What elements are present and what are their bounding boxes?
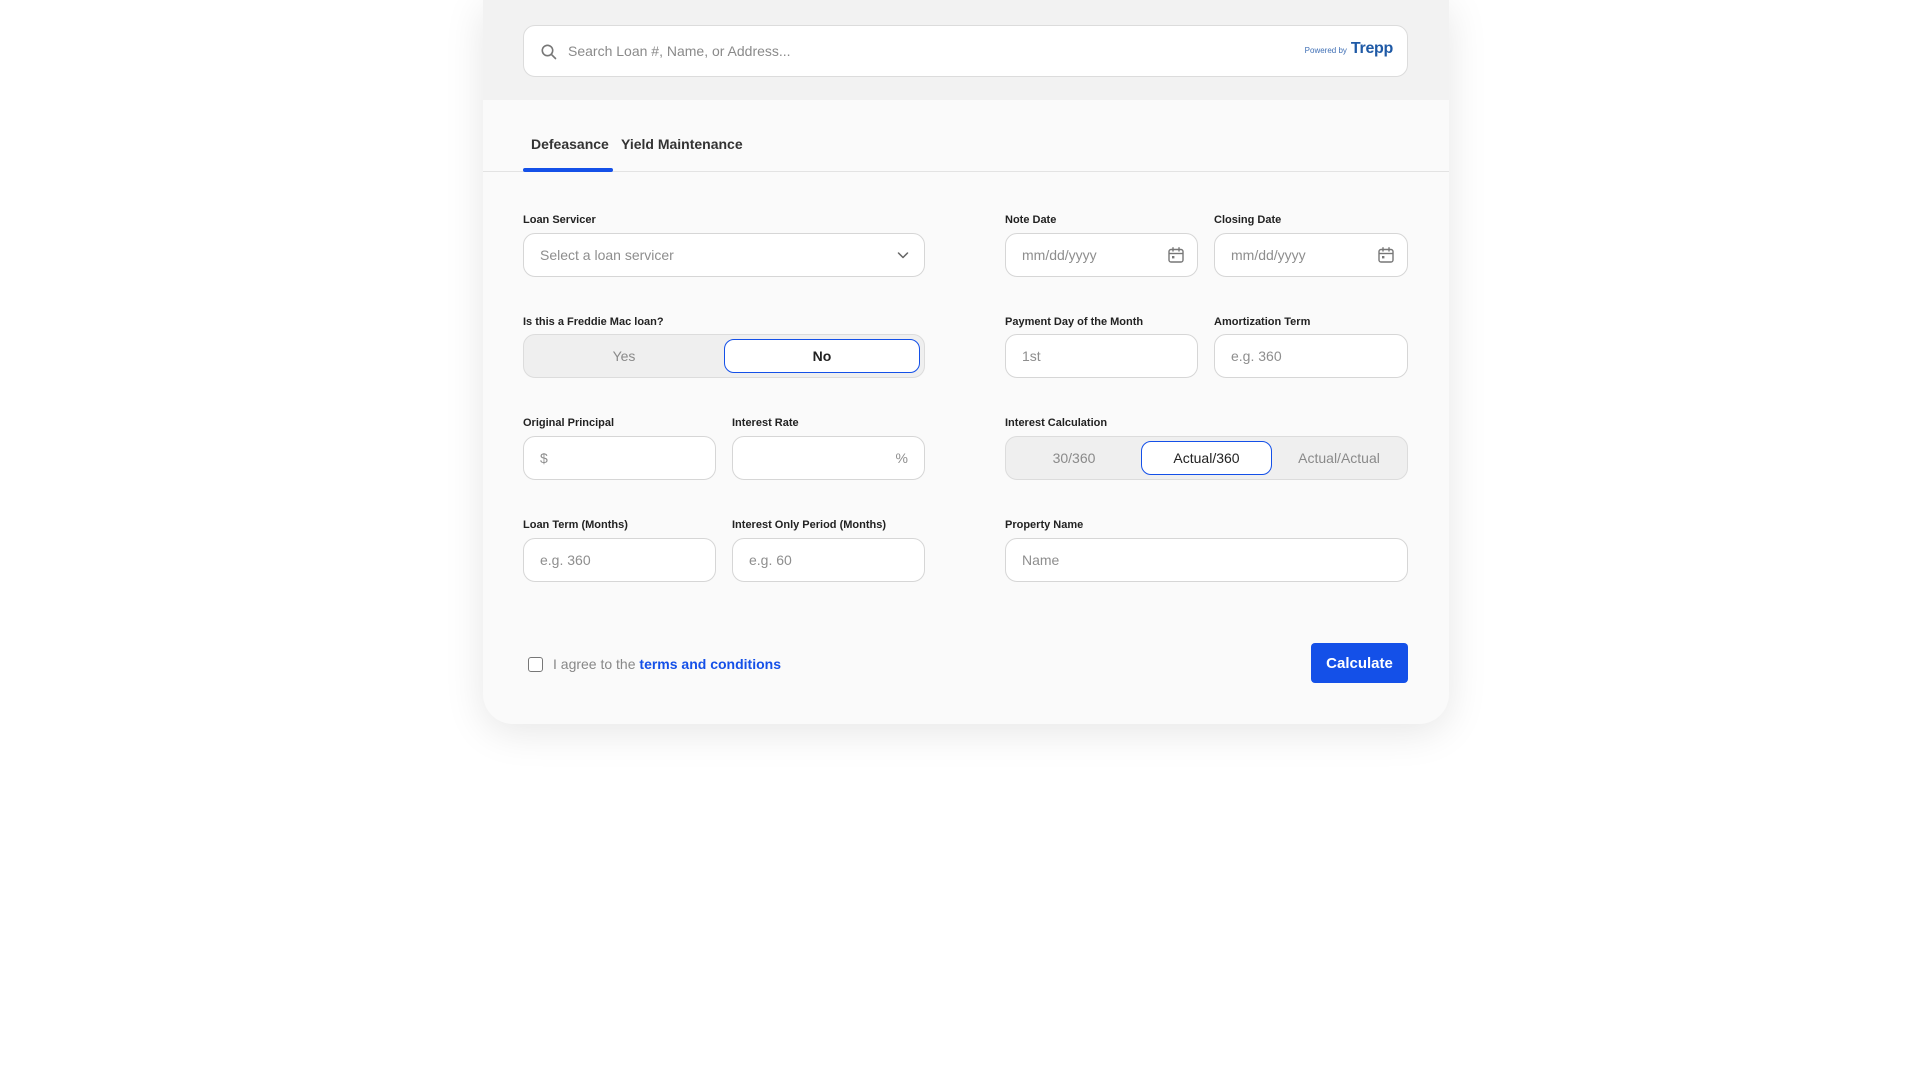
freddie-mac-yes[interactable]: Yes <box>528 339 720 373</box>
terms-link[interactable]: terms and conditions <box>639 656 781 672</box>
amortization-term-input[interactable] <box>1231 335 1391 377</box>
tab-bar: Defeasance Yield Maintenance <box>483 100 1449 172</box>
powered-by-text: Powered by <box>1304 46 1347 55</box>
active-tab-indicator <box>523 168 613 172</box>
interest-only-label: Interest Only Period (Months) <box>732 519 887 531</box>
original-principal-input[interactable] <box>556 437 696 479</box>
interest-only-input[interactable] <box>749 539 909 581</box>
search-input[interactable] <box>568 26 1268 76</box>
closing-date-field[interactable] <box>1214 233 1408 277</box>
terms-agreement-text: I agree to the terms and conditions <box>553 656 781 672</box>
calculate-button[interactable]: Calculate <box>1311 643 1408 683</box>
tab-defeasance[interactable]: Defeasance <box>531 136 609 152</box>
terms-checkbox[interactable] <box>528 657 543 672</box>
payment-day-input[interactable] <box>1022 335 1182 377</box>
interest-calculation-toggle: 30/360 Actual/360 Actual/Actual <box>1005 436 1408 480</box>
property-name-input[interactable] <box>1022 539 1392 581</box>
note-date-field[interactable] <box>1005 233 1198 277</box>
original-principal-label: Original Principal <box>523 417 615 429</box>
interest-rate-label: Interest Rate <box>732 417 799 429</box>
currency-prefix: $ <box>540 450 548 466</box>
loan-servicer-label: Loan Servicer <box>523 214 596 226</box>
loan-servicer-placeholder: Select a loan servicer <box>540 247 674 263</box>
note-date-label: Note Date <box>1005 214 1057 226</box>
calendar-icon[interactable] <box>1377 246 1395 264</box>
note-date-input[interactable] <box>1022 234 1162 276</box>
interest-calc-30-360[interactable]: 30/360 <box>1010 441 1138 475</box>
percent-suffix: % <box>895 450 908 466</box>
loan-term-input[interactable] <box>540 539 700 581</box>
payment-day-field[interactable] <box>1005 334 1198 378</box>
amortization-term-label: Amortization Term <box>1214 316 1311 328</box>
calculator-card: Powered by Trepp Defeasance Yield Mainte… <box>483 0 1449 724</box>
closing-date-input[interactable] <box>1231 234 1371 276</box>
interest-calc-actual-360[interactable]: Actual/360 <box>1141 441 1272 475</box>
calendar-icon[interactable] <box>1167 246 1185 264</box>
interest-calculation-label: Interest Calculation <box>1005 417 1108 429</box>
loan-term-label: Loan Term (Months) <box>523 519 628 531</box>
interest-only-field[interactable] <box>732 538 925 582</box>
search-box[interactable]: Powered by Trepp <box>523 25 1408 77</box>
interest-rate-field[interactable]: % <box>732 436 925 480</box>
original-principal-field[interactable]: $ <box>523 436 716 480</box>
closing-date-label: Closing Date <box>1214 214 1282 226</box>
search-icon <box>541 44 557 60</box>
freddie-mac-label: Is this a Freddie Mac loan? <box>523 316 664 328</box>
loan-term-field[interactable] <box>523 538 716 582</box>
freddie-mac-toggle: Yes No <box>523 334 925 378</box>
agree-prefix: I agree to the <box>553 656 636 672</box>
property-name-field[interactable] <box>1005 538 1408 582</box>
powered-by-logo: Powered by Trepp <box>1304 40 1394 58</box>
loan-servicer-select[interactable]: Select a loan servicer <box>523 233 925 277</box>
freddie-mac-no[interactable]: No <box>724 339 920 373</box>
interest-rate-input[interactable] <box>749 437 879 479</box>
interest-calc-actual-actual[interactable]: Actual/Actual <box>1275 441 1403 475</box>
brand-logo: Trepp <box>1350 40 1393 57</box>
property-name-label: Property Name <box>1005 519 1084 531</box>
payment-day-label: Payment Day of the Month <box>1005 316 1144 328</box>
search-band: Powered by Trepp <box>483 0 1449 100</box>
tab-yield-maintenance[interactable]: Yield Maintenance <box>621 136 743 152</box>
chevron-down-icon <box>897 252 909 259</box>
amortization-term-field[interactable] <box>1214 334 1408 378</box>
